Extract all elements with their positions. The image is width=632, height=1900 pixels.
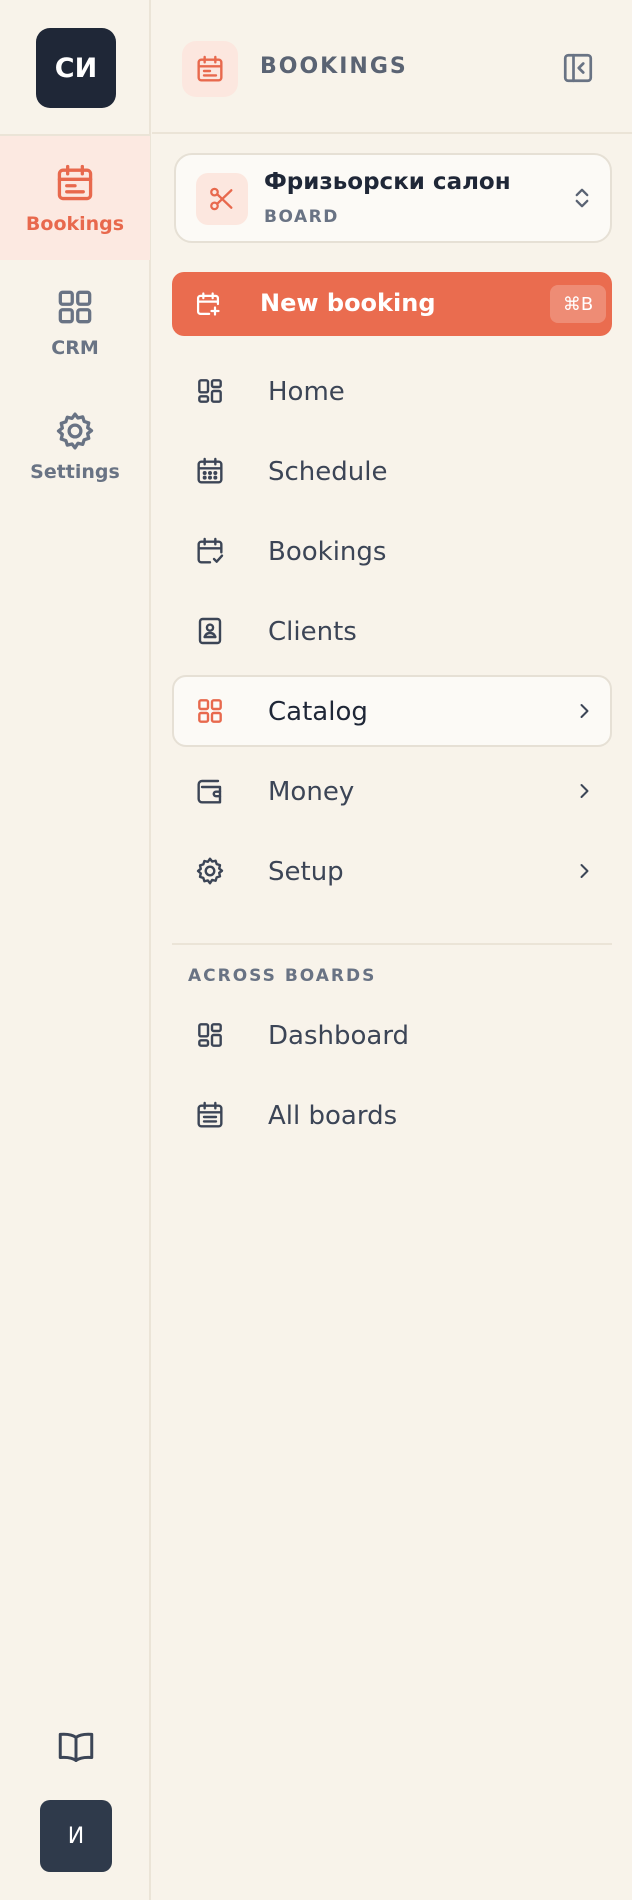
section-divider	[172, 943, 612, 945]
dashboard-icon	[198, 379, 222, 403]
grid-icon	[58, 290, 92, 324]
user-avatar[interactable]: И	[40, 1800, 112, 1872]
sidebar-header: BOOKINGS	[152, 0, 632, 134]
nav-item-clients[interactable]: Clients	[172, 595, 612, 667]
nav-item-label: Bookings	[268, 537, 387, 567]
nav-item-catalog[interactable]: Catalog	[172, 675, 612, 747]
sidebar-collapse-icon[interactable]	[560, 50, 596, 86]
app-shell: СИ Bookings CRM Settings И BOOKINGS Фриз…	[0, 0, 632, 1900]
nav-item-bookings[interactable]: Bookings	[172, 515, 612, 587]
wallet-icon	[197, 779, 222, 804]
calendar-icon	[197, 55, 223, 82]
gear-icon	[56, 412, 94, 450]
calendar-grid-icon	[197, 457, 223, 484]
section-title-across-boards: ACROSS BOARDS	[188, 966, 377, 986]
app-rail: СИ Bookings CRM Settings И	[0, 0, 151, 1900]
calendar-check-icon	[197, 537, 224, 564]
nav-item-all-boards[interactable]: All boards	[172, 1079, 612, 1151]
shortcut-badge: ⌘B	[550, 285, 606, 323]
nav-item-money[interactable]: Money	[172, 755, 612, 827]
nav-item-label: Home	[268, 377, 345, 407]
dashboard-icon	[198, 1023, 222, 1047]
nav-item-label: Clients	[268, 617, 357, 647]
chevron-right-icon	[580, 784, 589, 798]
board-switcher[interactable]: Фризьорски салон BOARD	[174, 153, 612, 243]
rail-item-bookings[interactable]: Bookings	[0, 136, 150, 260]
rail-item-label: CRM	[51, 337, 99, 359]
chevron-up-down-icon	[575, 188, 589, 208]
grid-icon	[198, 699, 222, 723]
calendar-plus-icon	[196, 292, 220, 316]
chevron-right-icon	[580, 864, 589, 878]
nav-item-label: Dashboard	[268, 1021, 410, 1051]
workspace-logo[interactable]: СИ	[36, 28, 116, 108]
scissors-icon	[210, 187, 233, 211]
nav-item-dashboard[interactable]: Dashboard	[172, 999, 612, 1071]
nav-item-label: Setup	[268, 857, 344, 887]
new-booking-label: New booking	[260, 289, 436, 317]
rail-item-crm[interactable]: CRM	[0, 260, 150, 384]
board-name: Фризьорски салон	[264, 169, 511, 195]
header-icon-badge	[182, 41, 238, 97]
page-title: BOOKINGS	[260, 54, 408, 79]
chevron-right-icon	[580, 704, 589, 718]
new-booking-button[interactable]: New booking ⌘B	[172, 272, 612, 336]
nav-item-setup[interactable]: Setup	[172, 835, 612, 907]
nav-item-label: Catalog	[268, 697, 368, 727]
contact-book-icon	[198, 617, 222, 645]
calendar-icon	[57, 164, 93, 201]
book-icon[interactable]	[55, 1726, 97, 1768]
rail-item-settings[interactable]: Settings	[0, 384, 150, 508]
sidebar-panel: BOOKINGS Фризьорски салон BOARD New book…	[152, 0, 632, 1900]
board-subtitle: BOARD	[264, 207, 339, 227]
nav-item-label: Money	[268, 777, 355, 807]
calendar-list-icon	[197, 1101, 223, 1128]
gear-icon	[196, 857, 224, 885]
rail-item-label: Bookings	[25, 213, 125, 235]
nav-item-home[interactable]: Home	[172, 355, 612, 427]
nav-item-schedule[interactable]: Schedule	[172, 435, 612, 507]
board-icon-badge	[196, 173, 248, 225]
nav-item-label: Schedule	[268, 457, 388, 487]
nav-item-label: All boards	[268, 1101, 398, 1131]
rail-item-label: Settings	[30, 461, 120, 483]
